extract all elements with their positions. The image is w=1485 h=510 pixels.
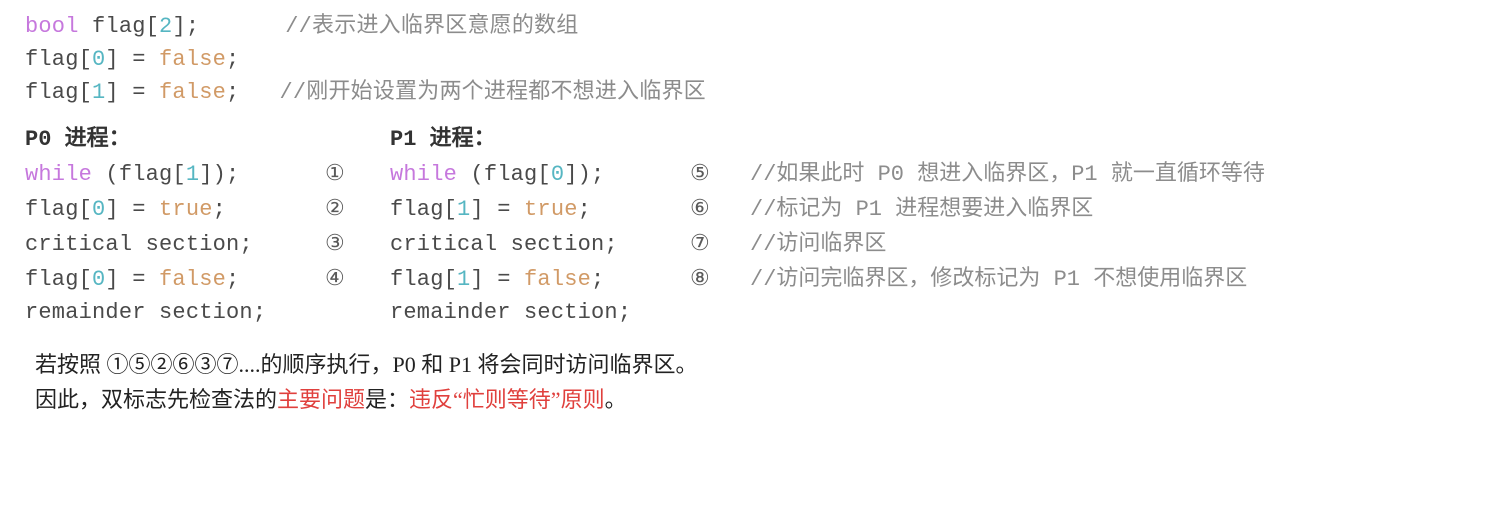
idx: 1 bbox=[457, 197, 470, 222]
cond-open: (flag[ bbox=[92, 162, 186, 187]
p1-line-3: critical section; bbox=[390, 228, 690, 261]
decl-line-3: flag[1] = false; //刚开始设置为两个进程都不想进入临界区 bbox=[25, 76, 1460, 109]
comment-1: //表示进入临界区意愿的数组 bbox=[285, 14, 578, 39]
p1-header: P1 进程： bbox=[390, 123, 690, 156]
comment-2: //刚开始设置为两个进程都不想进入临界区 bbox=[279, 80, 705, 105]
step-3-icon: ③ bbox=[325, 226, 345, 259]
notes-line-2: 因此，双标志先检查法的主要问题是：违反“忙则等待”原则。 bbox=[35, 382, 1460, 417]
critical-section: critical section; bbox=[390, 232, 618, 257]
notes-2e: 。 bbox=[605, 387, 627, 412]
cond-close: ]); bbox=[564, 162, 604, 187]
comment-line-2: //标记为 P1 进程想要进入临界区 bbox=[750, 197, 1093, 222]
decl-end: ]; bbox=[172, 14, 199, 39]
true-literal: true bbox=[524, 197, 578, 222]
assign: ] = bbox=[105, 47, 159, 72]
assign: ] = bbox=[105, 80, 159, 105]
remainder-section: remainder section; bbox=[390, 300, 631, 325]
semi: ; bbox=[226, 267, 239, 292]
flag: flag[ bbox=[390, 267, 457, 292]
step-1-icon: ① bbox=[325, 156, 345, 189]
idx: 1 bbox=[457, 267, 470, 292]
keyword-bool: bool bbox=[25, 14, 79, 39]
decl-text: flag[ bbox=[79, 14, 159, 39]
p0-line-2: flag[0] = true; bbox=[25, 193, 325, 226]
semi: ; bbox=[226, 47, 239, 72]
true-literal: true bbox=[159, 197, 213, 222]
idx: 0 bbox=[92, 197, 105, 222]
false-literal: false bbox=[159, 267, 226, 292]
false-literal: false bbox=[159, 80, 226, 105]
semi: ; bbox=[213, 197, 226, 222]
flag1: flag[ bbox=[25, 80, 92, 105]
p1-line-5: remainder section; bbox=[390, 296, 690, 329]
keyword-while: while bbox=[390, 162, 457, 187]
notes-2c: 是： bbox=[365, 387, 409, 412]
semi: ; bbox=[578, 197, 591, 222]
p0-line-4: flag[0] = false; bbox=[25, 263, 325, 296]
comment-line-1: //如果此时 P0 想进入临界区，P1 就一直循环等待 bbox=[750, 162, 1265, 187]
critical-section: critical section; bbox=[25, 232, 253, 257]
step-2-icon: ② bbox=[325, 191, 345, 224]
semi: ; bbox=[226, 80, 239, 105]
flag: flag[ bbox=[390, 197, 457, 222]
decl-line-1: bool flag[2]; //表示进入临界区意愿的数组 bbox=[25, 10, 1460, 43]
array-size: 2 bbox=[159, 14, 172, 39]
notes-block: 若按照 ①⑤②⑥③⑦....的顺序执行，P0 和 P1 将会同时访问临界区。 因… bbox=[25, 347, 1460, 417]
keyword-while: while bbox=[25, 162, 92, 187]
assign: ] = bbox=[470, 197, 524, 222]
idx: 0 bbox=[92, 267, 105, 292]
false-literal: false bbox=[524, 267, 591, 292]
notes-2d-highlight: 违反“忙则等待”原则 bbox=[409, 387, 605, 412]
assign: ] = bbox=[105, 267, 159, 292]
step-4-icon: ④ bbox=[325, 261, 345, 294]
flag-idx: 0 bbox=[551, 162, 564, 187]
cond-open: (flag[ bbox=[457, 162, 551, 187]
assign: ] = bbox=[105, 197, 159, 222]
step-6-icon: ⑥ bbox=[690, 191, 710, 224]
p1-line-2: flag[1] = true; bbox=[390, 193, 690, 226]
comment-line-4: //访问完临界区，修改标记为 P1 不想使用临界区 bbox=[750, 267, 1247, 292]
notes-2a: 因此，双标志先检查法的 bbox=[35, 387, 277, 412]
step-8-icon: ⑧ bbox=[690, 261, 710, 294]
flag: flag[ bbox=[25, 267, 92, 292]
false-literal: false bbox=[159, 47, 226, 72]
assign: ] = bbox=[470, 267, 524, 292]
p0-line-5: remainder section; bbox=[25, 296, 325, 329]
semi: ; bbox=[591, 267, 604, 292]
idx0: 0 bbox=[92, 47, 105, 72]
notes-line-1: 若按照 ①⑤②⑥③⑦....的顺序执行，P0 和 P1 将会同时访问临界区。 bbox=[35, 347, 1460, 382]
p0-line-3: critical section; bbox=[25, 228, 325, 261]
notes-2b-highlight: 主要问题 bbox=[277, 387, 365, 412]
cond-close: ]); bbox=[199, 162, 239, 187]
step-5-icon: ⑤ bbox=[690, 156, 710, 189]
flag-idx: 1 bbox=[186, 162, 199, 187]
p0-line-1: while (flag[1]); bbox=[25, 158, 325, 191]
p1-line-4: flag[1] = false; bbox=[390, 263, 690, 296]
step-7-icon: ⑦ bbox=[690, 226, 710, 259]
decl-line-2: flag[0] = false; bbox=[25, 43, 1460, 76]
p0-header: P0 进程： bbox=[25, 123, 325, 156]
p1-line-1: while (flag[0]); bbox=[390, 158, 690, 191]
remainder-section: remainder section; bbox=[25, 300, 266, 325]
flag0: flag[ bbox=[25, 47, 92, 72]
flag: flag[ bbox=[25, 197, 92, 222]
idx1: 1 bbox=[92, 80, 105, 105]
comment-line-3: //访问临界区 bbox=[750, 232, 886, 257]
